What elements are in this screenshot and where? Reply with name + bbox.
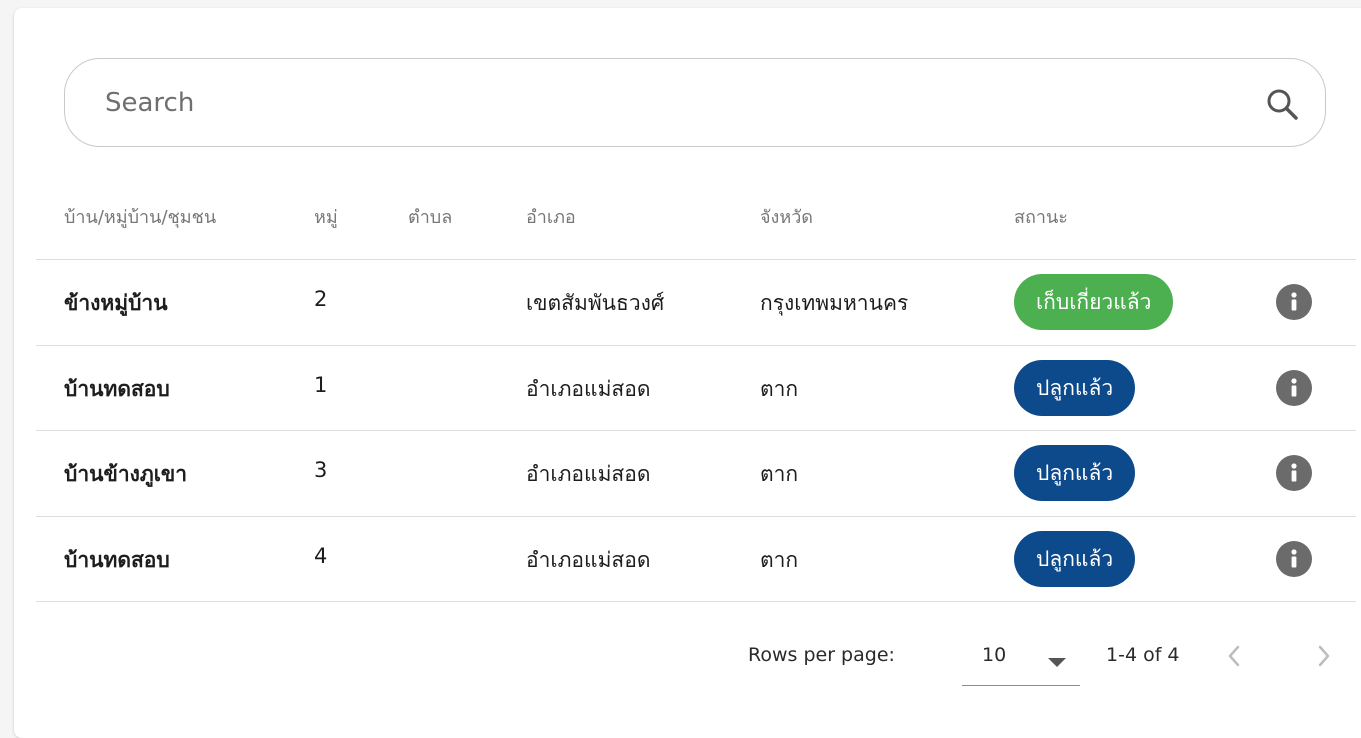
page-range: 1-4 of 4 (1106, 644, 1180, 666)
status-badge: ปลูกแล้ว (1014, 445, 1136, 501)
cell-village: บ้านทดสอบ (64, 377, 170, 401)
info-icon[interactable] (1276, 455, 1312, 491)
header-province[interactable]: จังหวัด (760, 202, 813, 231)
cell-village: บ้านทดสอบ (64, 548, 170, 572)
table-row[interactable]: บ้านข้างภูเขา 3 อำเภอแม่สอด ตาก ปลูกแล้ว (36, 430, 1356, 516)
info-icon[interactable] (1276, 541, 1312, 577)
status-badge: ปลูกแล้ว (1014, 531, 1136, 587)
info-icon[interactable] (1276, 370, 1312, 406)
rows-per-page-label: Rows per page: (748, 644, 895, 666)
cell-amphoe: อำเภอแม่สอด (526, 548, 651, 572)
header-amphoe[interactable]: อำเภอ (526, 202, 576, 231)
header-village[interactable]: บ้าน/หมู่บ้าน/ชุมชน (64, 202, 216, 231)
header-tambon[interactable]: ตำบล (408, 202, 452, 231)
table-row[interactable]: บ้านทดสอบ 4 อำเภอแม่สอด ตาก ปลูกแล้ว (36, 516, 1356, 602)
cell-province: ตาก (760, 462, 799, 486)
info-glyph (1291, 292, 1297, 311)
info-icon[interactable] (1276, 284, 1312, 320)
pagination: Rows per page: 10 1-4 of 4 (14, 618, 1361, 698)
table-card: บ้าน/หมู่บ้าน/ชุมชน หมู่ ตำบล อำเภอ จังห… (14, 8, 1361, 738)
cell-village: บ้านข้างภูเขา (64, 462, 188, 486)
search-input[interactable] (105, 59, 1245, 146)
cell-province: กรุงเทพมหานคร (760, 291, 909, 315)
cell-amphoe: อำเภอแม่สอด (526, 377, 651, 401)
cell-moo: 4 (314, 544, 328, 568)
search-bar[interactable] (64, 58, 1326, 147)
header-moo[interactable]: หมู่ (314, 202, 338, 231)
cell-province: ตาก (760, 548, 799, 572)
cell-moo: 2 (314, 287, 328, 311)
cell-village: ข้างหมู่บ้าน (64, 291, 168, 315)
info-glyph (1291, 463, 1297, 482)
cell-moo: 1 (314, 373, 328, 397)
cell-province: ตาก (760, 377, 799, 401)
next-page-button[interactable] (1308, 640, 1340, 672)
chevron-left-icon (1228, 645, 1240, 667)
status-badge: ปลูกแล้ว (1014, 360, 1136, 416)
status-badge: เก็บเกี่ยวแล้ว (1014, 274, 1174, 330)
rows-per-page-value: 10 (982, 644, 1007, 666)
cell-moo: 3 (314, 458, 328, 482)
cell-amphoe: เขตสัมพันธวงศ์ (526, 291, 665, 315)
header-status[interactable]: สถานะ (1014, 202, 1068, 231)
search-icon[interactable] (1265, 87, 1299, 121)
cell-amphoe: อำเภอแม่สอด (526, 462, 651, 486)
caret-down-icon (1048, 658, 1066, 667)
info-glyph (1291, 549, 1297, 568)
table-row[interactable]: ข้างหมู่บ้าน 2 เขตสัมพันธวงศ์ กรุงเทพมหา… (36, 259, 1356, 345)
rows-per-page-select[interactable]: 10 (962, 634, 1080, 686)
info-glyph (1291, 378, 1297, 397)
table-header: บ้าน/หมู่บ้าน/ชุมชน หมู่ ตำบล อำเภอ จังห… (36, 188, 1356, 260)
chevron-right-icon (1318, 645, 1330, 667)
table-row[interactable]: บ้านทดสอบ 1 อำเภอแม่สอด ตาก ปลูกแล้ว (36, 345, 1356, 431)
prev-page-button[interactable] (1218, 640, 1250, 672)
